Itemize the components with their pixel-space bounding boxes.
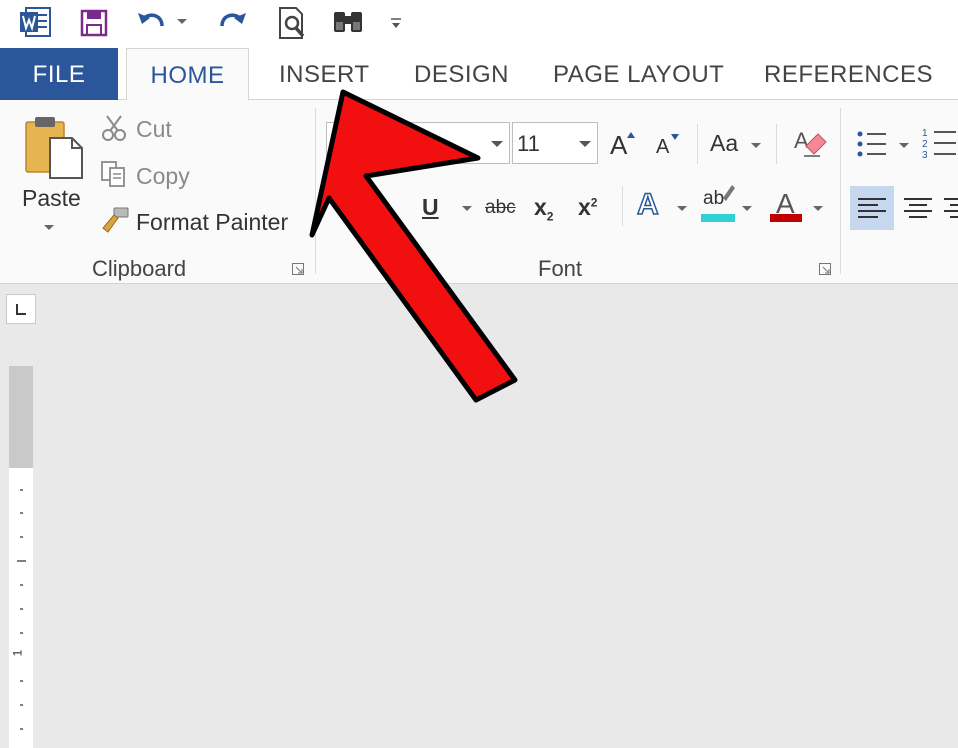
tab-design[interactable]: DESIGN (414, 48, 509, 100)
align-left-button[interactable] (850, 186, 894, 230)
font-group-label: Font (538, 256, 583, 281)
clipboard-dialog-launcher-icon[interactable] (292, 262, 304, 275)
find-binoculars-icon[interactable] (330, 4, 366, 42)
shrink-font-button[interactable]: A (656, 136, 669, 159)
vertical-ruler-ticks (17, 489, 26, 730)
copy-icon[interactable] (100, 160, 128, 193)
font-separator (697, 124, 698, 164)
subscript-glyph: x (534, 194, 547, 220)
highlight-button[interactable]: ab (703, 188, 724, 210)
paste-icon[interactable] (22, 114, 86, 185)
group-separator (315, 108, 316, 274)
vertical-ruler-label: 1 (10, 649, 25, 657)
customize-toolbar-icon[interactable] (386, 4, 406, 42)
clear-formatting-icon[interactable]: A (792, 126, 828, 165)
change-case-dropdown-icon[interactable] (751, 143, 761, 148)
subscript-small-glyph: 2 (546, 209, 554, 224)
document-area[interactable] (0, 284, 958, 748)
shrink-font-caret-icon (670, 128, 680, 146)
ribbon-tab-bar: FILE HOME INSERT DESIGN PAGE LAYOUT REFE… (0, 48, 958, 101)
svg-text:1: 1 (922, 128, 928, 139)
underline-dropdown-icon[interactable] (462, 206, 472, 211)
undo-dropdown-icon[interactable] (177, 19, 187, 24)
change-case-button[interactable]: Aa (710, 130, 738, 157)
cut-icon[interactable] (100, 114, 128, 147)
copy-button[interactable]: Copy (136, 163, 190, 190)
format-painter-icon[interactable] (100, 206, 130, 239)
redo-icon[interactable] (214, 4, 250, 42)
quick-access-toolbar (0, 0, 958, 48)
svg-text:3: 3 (922, 150, 928, 160)
text-effects-dropdown-icon[interactable] (677, 206, 687, 211)
tab-references[interactable]: REFERENCES (764, 48, 933, 100)
bullets-icon[interactable] (856, 128, 888, 165)
bullets-dropdown-icon[interactable] (899, 143, 909, 148)
highlight-dropdown-icon[interactable] (742, 206, 752, 211)
word-logo-icon[interactable] (18, 5, 52, 39)
underline-button[interactable]: U (422, 194, 439, 221)
paste-dropdown-icon[interactable] (44, 225, 54, 230)
font-name-dropdown-icon[interactable] (491, 141, 503, 147)
font-separator (776, 124, 777, 164)
subscript-button[interactable]: x2 (534, 194, 553, 224)
save-icon[interactable] (76, 4, 112, 42)
tab-selector-button[interactable] (6, 294, 36, 324)
svg-text:2: 2 (922, 139, 928, 150)
tab-insert[interactable]: INSERT (279, 48, 370, 100)
font-name-combo[interactable] (326, 122, 510, 164)
tab-home[interactable]: HOME (126, 48, 249, 101)
strikethrough-button[interactable]: abc (485, 197, 516, 219)
tab-page-layout[interactable]: PAGE LAYOUT (553, 48, 724, 100)
font-size-value: 11 (517, 131, 540, 156)
align-right-icon[interactable] (942, 186, 958, 235)
cut-button[interactable]: Cut (136, 116, 172, 143)
font-separator (622, 186, 623, 226)
grow-font-button[interactable]: A (610, 130, 627, 161)
numbering-icon[interactable]: 1 2 3 (922, 126, 958, 165)
print-preview-icon[interactable] (274, 4, 310, 42)
superscript-glyph: x (578, 194, 591, 220)
format-painter-button[interactable]: Format Painter (136, 209, 288, 236)
grow-font-caret-icon (626, 126, 636, 144)
group-separator (840, 108, 841, 274)
highlight-color-swatch (701, 214, 735, 222)
paste-button[interactable]: Paste (22, 185, 81, 212)
highlight-pen-icon (722, 184, 736, 211)
ribbon-home: Paste Cut Copy Format Painter Clipboard (0, 100, 958, 284)
superscript-button[interactable]: x2 (578, 194, 597, 221)
superscript-small-glyph: 2 (590, 195, 598, 210)
text-effects-button[interactable]: A (636, 187, 659, 222)
font-size-dropdown-icon[interactable] (579, 141, 591, 147)
font-color-swatch (770, 214, 802, 222)
font-size-combo[interactable]: 11 (512, 122, 598, 164)
font-dialog-launcher-icon[interactable] (819, 262, 831, 275)
undo-icon[interactable] (134, 4, 170, 42)
vertical-ruler-margin (9, 366, 33, 468)
font-color-dropdown-icon[interactable] (813, 206, 823, 211)
align-center-icon[interactable] (898, 186, 938, 235)
clipboard-group-label: Clipboard (92, 256, 187, 281)
tab-file[interactable]: FILE (0, 48, 118, 100)
svg-text:A: A (794, 128, 809, 153)
